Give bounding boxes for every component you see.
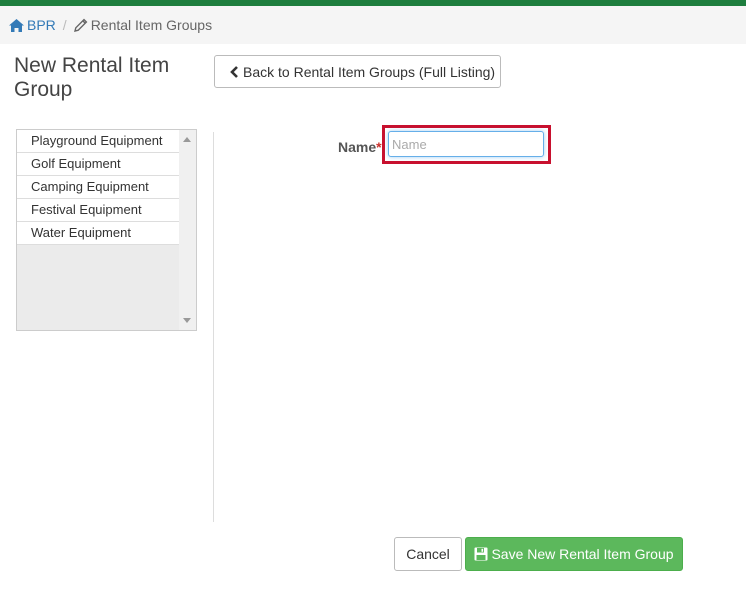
floppy-disk-icon <box>474 547 488 561</box>
breadcrumb-separator: / <box>62 17 67 33</box>
required-marker: * <box>376 139 382 155</box>
chevron-left-icon <box>230 65 238 78</box>
rental-group-list[interactable]: Playground Equipment Golf Equipment Camp… <box>16 129 197 331</box>
breadcrumb-home-link[interactable]: BPR <box>9 17 56 33</box>
list-item[interactable]: Water Equipment <box>17 222 180 245</box>
back-button-label: Back to Rental Item Groups (Full Listing… <box>243 63 496 80</box>
pencil-icon <box>73 18 88 32</box>
page-title: New Rental Item Group <box>14 54 170 101</box>
name-field-label: Name* <box>338 139 382 155</box>
cancel-button[interactable]: Cancel <box>394 537 462 571</box>
scroll-down-arrow-icon[interactable] <box>183 318 191 323</box>
save-button-label: Save New Rental Item Group <box>491 546 674 562</box>
scroll-up-arrow-icon[interactable] <box>183 137 191 142</box>
name-input[interactable] <box>388 131 544 157</box>
list-item[interactable]: Festival Equipment <box>17 199 180 222</box>
save-button[interactable]: Save New Rental Item Group <box>465 537 683 571</box>
cancel-button-label: Cancel <box>406 546 450 562</box>
back-to-listing-button[interactable]: Back to Rental Item Groups (Full Listing… <box>214 55 501 88</box>
list-item[interactable]: Golf Equipment <box>17 153 180 176</box>
breadcrumb-current: Rental Item Groups <box>73 17 213 33</box>
breadcrumb-current-label: Rental Item Groups <box>90 17 213 33</box>
vertical-divider <box>213 132 214 522</box>
breadcrumb-home-label: BPR <box>27 17 56 33</box>
list-scrollbar[interactable] <box>179 130 196 330</box>
home-icon <box>9 18 24 32</box>
name-label-text: Name <box>338 139 377 155</box>
list-item[interactable]: Playground Equipment <box>17 130 180 153</box>
breadcrumb: BPR / Rental Item Groups <box>0 6 746 44</box>
list-item[interactable]: Camping Equipment <box>17 176 180 199</box>
